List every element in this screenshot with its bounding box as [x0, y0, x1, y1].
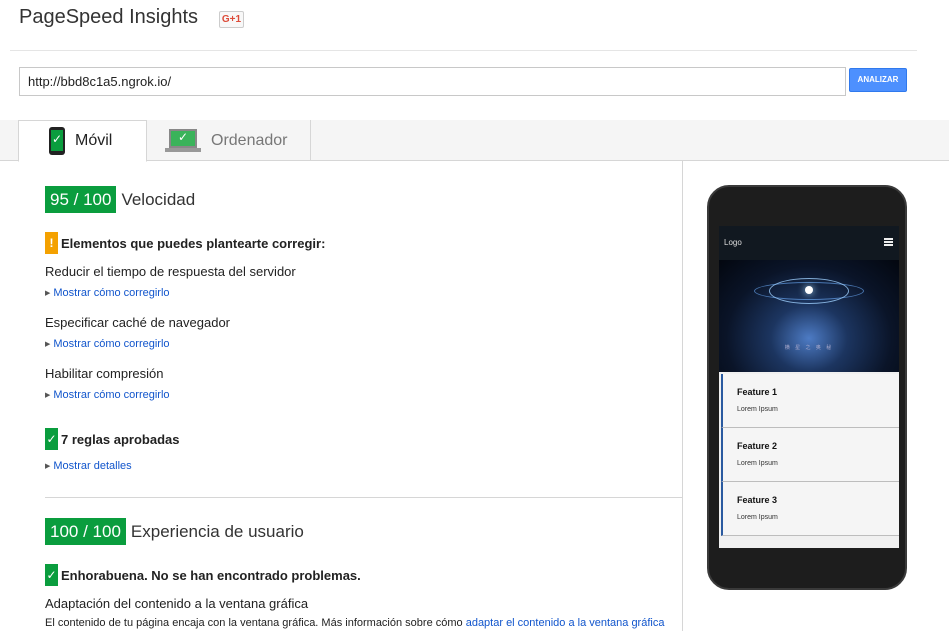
speed-score-badge: 95 / 100: [45, 186, 117, 213]
page-title: PageSpeed Insights: [19, 6, 199, 28]
page-header: PageSpeed Insights G+1: [0, 0, 949, 50]
feature-title: Feature 3: [737, 495, 778, 505]
feature-text: Lorem Ipsum: [737, 406, 778, 413]
ux-ok-heading: ✓ Enhorabuena. No se han encontrado prob…: [45, 564, 361, 586]
show-details-link[interactable]: ▶ Mostrar detalles: [45, 460, 132, 472]
caret-right-icon: ▶: [45, 463, 51, 470]
ux-score-label: Experiencia de usuario: [130, 521, 304, 541]
preview-navbar: Logo: [719, 226, 899, 260]
device-tabs: ✓ Móvil ✓ Ordenador: [0, 120, 949, 162]
speed-score: 95 / 100 Velocidad: [45, 186, 195, 213]
caret-right-icon: ▶: [45, 392, 51, 399]
passed-rules-heading: ✓ 7 reglas aprobadas: [45, 428, 180, 450]
viewport-help-link[interactable]: adaptar el contenido a la ventana gráfic…: [466, 617, 665, 629]
preview-screen: Logo 横 星 之 奥 秘 Feature 1 Lorem Ipsum Fea…: [719, 226, 899, 548]
analyze-button[interactable]: ANALIZAR: [849, 68, 907, 92]
warnings-heading-text: Elementos que puedes plantearte corregir…: [61, 235, 326, 251]
preview-feature-card: Feature 1 Lorem Ipsum: [721, 374, 899, 428]
ux-score: 100 / 100 Experiencia de usuario: [45, 518, 304, 545]
feature-text: Lorem Ipsum: [737, 514, 778, 521]
url-input[interactable]: [19, 67, 846, 96]
show-fix-link[interactable]: ▶ Mostrar cómo corregirlo: [45, 389, 170, 401]
ux-ok-text: Enhorabuena. No se han encontrado proble…: [61, 567, 361, 583]
rule-title: Habilitar compresión: [45, 366, 164, 381]
check-icon: ✓: [45, 564, 58, 586]
preview-feature-card: Feature 3 Lorem Ipsum: [721, 482, 899, 536]
ux-score-badge: 100 / 100: [45, 518, 126, 545]
tab-mobile-label: Móvil: [75, 132, 113, 149]
mobile-phone-check-icon: ✓: [49, 127, 65, 155]
show-fix-link[interactable]: ▶ Mostrar cómo corregirlo: [45, 287, 170, 299]
section-divider: [45, 497, 682, 498]
preview-hero-image: 横 星 之 奥 秘: [719, 260, 899, 372]
tab-desktop-label: Ordenador: [211, 131, 288, 149]
feature-title: Feature 1: [737, 387, 778, 397]
rule-title: Reducir el tiempo de respuesta del servi…: [45, 264, 296, 279]
mobile-preview: Logo 横 星 之 奥 秘 Feature 1 Lorem Ipsum Fea…: [707, 185, 907, 590]
laptop-check-icon: ✓: [165, 128, 201, 153]
rule-title: Especificar caché de navegador: [45, 315, 231, 330]
hamburger-menu-icon: [884, 238, 893, 246]
preview-feature-card: Feature 2 Lorem Ipsum: [721, 428, 899, 482]
tab-mobile[interactable]: ✓ Móvil: [18, 120, 147, 162]
tab-desktop[interactable]: ✓ Ordenador: [147, 120, 311, 161]
caret-right-icon: ▶: [45, 290, 51, 297]
feature-title: Feature 2: [737, 441, 778, 451]
warning-icon: !: [45, 232, 58, 254]
header-divider: [10, 50, 917, 51]
check-icon: ✓: [45, 428, 58, 450]
show-fix-link[interactable]: ▶ Mostrar cómo corregirlo: [45, 338, 170, 350]
warnings-heading: ! Elementos que puedes plantearte correg…: [45, 232, 325, 254]
ux-rule-title: Adaptación del contenido a la ventana gr…: [45, 596, 309, 611]
google-plus-button[interactable]: G+1: [219, 11, 244, 28]
ux-rule-description: El contenido de tu página encaja con la …: [45, 617, 665, 629]
column-divider: [682, 161, 683, 631]
speed-score-label: Velocidad: [121, 189, 196, 209]
preview-hero-text: 横 星 之 奥 秘: [784, 345, 834, 351]
preview-logo: Logo: [724, 238, 742, 247]
passed-rules-text: 7 reglas aprobadas: [61, 431, 180, 447]
caret-right-icon: ▶: [45, 341, 51, 348]
feature-text: Lorem Ipsum: [737, 460, 778, 467]
